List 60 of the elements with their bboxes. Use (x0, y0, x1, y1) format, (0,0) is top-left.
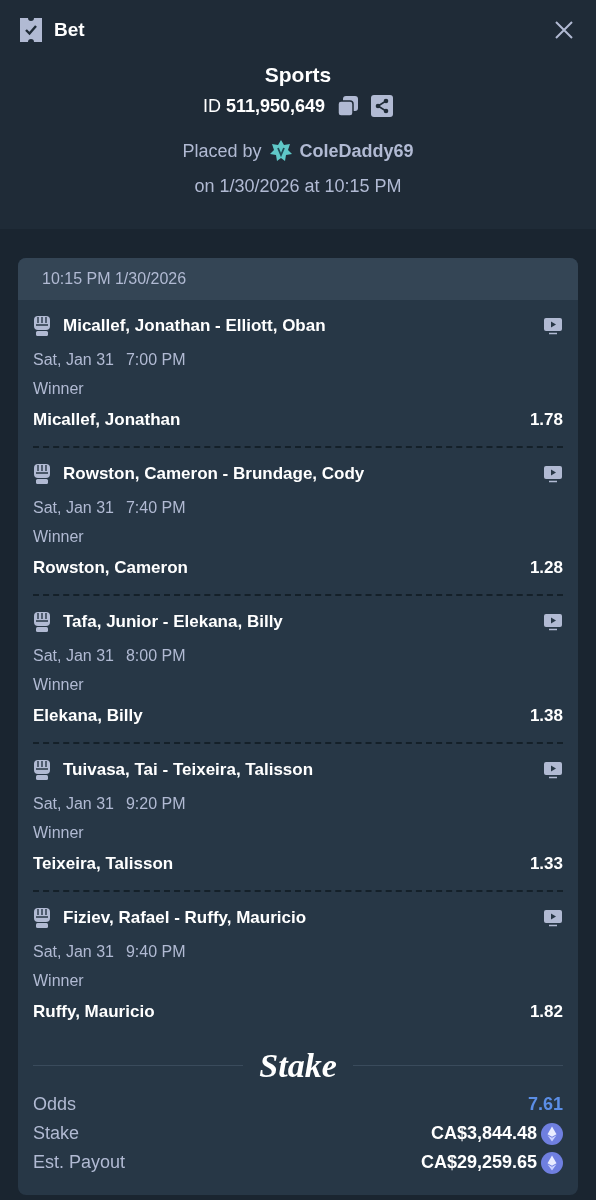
event-date: Sat, Jan 31 (33, 942, 114, 962)
selection-name: Elekana, Billy (33, 705, 143, 727)
live-stream-icon (543, 465, 563, 483)
amount-value: CA$29,259.65 (420, 1151, 537, 1174)
fist-icon (33, 315, 51, 337)
fist-icon (33, 907, 51, 929)
event-title: Micallef, Jonathan - Elliott, Oban (63, 315, 326, 338)
placed-by-label: Placed by (182, 139, 262, 163)
vip-star-icon (269, 140, 292, 162)
event-date: Sat, Jan 31 (33, 350, 114, 370)
copy-button[interactable] (337, 95, 360, 117)
event-date: Sat, Jan 31 (33, 498, 114, 518)
market-label: Winner (33, 527, 85, 547)
summary-label: Est. Payout (33, 1151, 126, 1174)
summary-label: Stake (33, 1122, 80, 1145)
live-stream-icon (543, 613, 563, 631)
total-odds: 7.61 (527, 1093, 563, 1116)
event-date: Sat, Jan 31 (33, 794, 114, 814)
fist-icon (33, 611, 51, 633)
ethereum-icon (541, 1151, 563, 1174)
fist-icon (33, 463, 51, 485)
header-title: Bet (54, 18, 85, 42)
market-label: Winner (33, 675, 85, 695)
selection-odds: 1.38 (529, 705, 563, 727)
selection-odds: 1.28 (529, 557, 563, 579)
event-time: 9:20 PM (125, 794, 186, 814)
selection-odds: 1.78 (529, 409, 563, 431)
summary-label: Odds (33, 1093, 77, 1116)
event-time: 8:00 PM (125, 646, 186, 666)
event-title: Tafa, Junior - Elekana, Billy (63, 611, 283, 634)
selection-name: Micallef, Jonathan (33, 409, 181, 431)
share-button[interactable] (371, 95, 394, 117)
bet-id: ID 511,950,649 (202, 94, 326, 118)
event-time: 9:40 PM (125, 942, 186, 962)
username-link[interactable]: ColeDaddy69 (299, 137, 414, 165)
market-label: Winner (33, 823, 85, 843)
event-date: Sat, Jan 31 (33, 646, 114, 666)
live-stream-icon (543, 317, 563, 335)
market-label: Winner (33, 971, 85, 991)
event-title: Tuivasa, Tai - Teixeira, Talisson (63, 759, 314, 782)
fist-icon (33, 759, 51, 781)
selection-odds: 1.33 (529, 853, 563, 875)
placed-date: on 1/30/2026 at 10:15 PM (194, 174, 402, 198)
live-stream-icon (543, 909, 563, 927)
slip-timestamp: 10:15 PM 1/30/2026 (42, 269, 187, 289)
event-time: 7:00 PM (125, 350, 186, 370)
ethereum-icon (541, 1122, 563, 1145)
amount-value: CA$3,844.48 (430, 1122, 537, 1145)
bet-category: Sports (264, 61, 332, 88)
live-stream-icon (543, 761, 563, 779)
market-label: Winner (33, 379, 85, 399)
event-time: 7:40 PM (125, 498, 186, 518)
event-title: Fiziev, Rafael - Ruffy, Mauricio (63, 907, 307, 930)
selection-name: Teixeira, Talisson (33, 853, 174, 875)
selection-name: Ruffy, Mauricio (33, 1001, 155, 1023)
ticket-icon (20, 18, 42, 43)
event-title: Rowston, Cameron - Brundage, Cody (63, 463, 365, 486)
stake-logo: Stake (259, 1045, 337, 1086)
selection-odds: 1.82 (529, 1001, 563, 1023)
selection-name: Rowston, Cameron (33, 557, 188, 579)
